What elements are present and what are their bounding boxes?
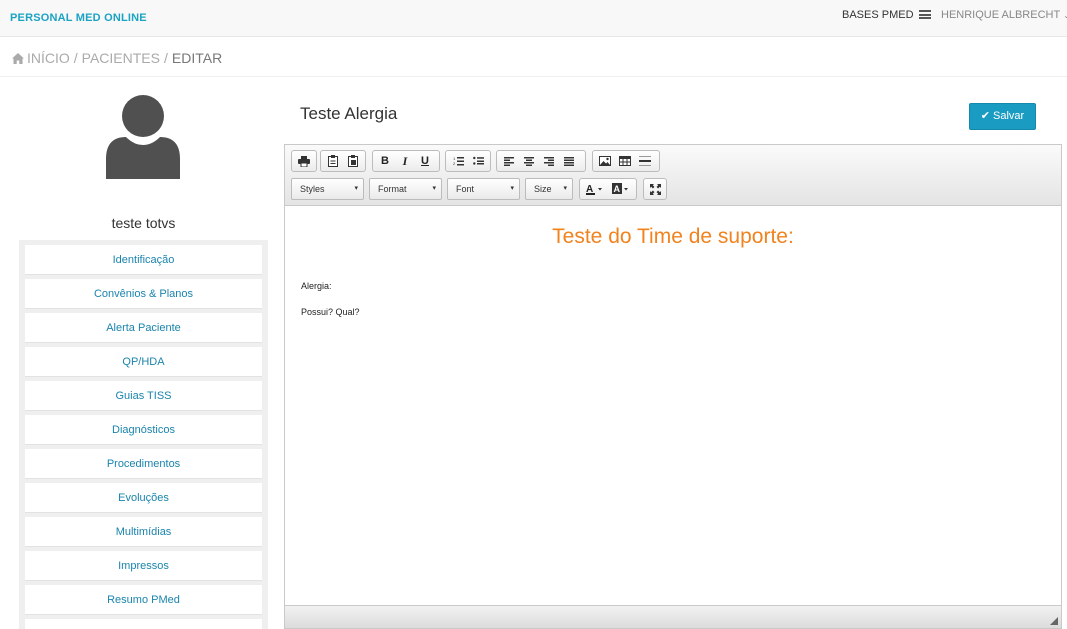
breadcrumb-separator: / (73, 50, 78, 66)
format-dropdown[interactable]: Format ▾ (369, 178, 442, 200)
editor-content[interactable]: Teste do Time de suporte: Alergia: Possu… (285, 207, 1061, 605)
breadcrumb: INÍCIO / PACIENTES / EDITAR (0, 37, 1067, 77)
content-paragraph: Alergia: (301, 281, 332, 291)
horizontal-rule-icon[interactable] (635, 152, 655, 170)
user-menu[interactable]: HENRIQUE ALBRECHT ⌄ (941, 9, 1067, 21)
table-icon[interactable] (615, 152, 635, 170)
home-icon[interactable] (12, 53, 24, 64)
brand-logo[interactable]: PERSONAL MED ONLINE (10, 12, 147, 24)
svg-text:2: 2 (453, 161, 456, 166)
database-icon[interactable] (919, 10, 931, 19)
sidebar-item-alerta-paciente[interactable]: Alerta Paciente (25, 313, 262, 343)
avatar-icon (106, 95, 180, 179)
dropdown-arrow-icon: ▾ (563, 185, 567, 192)
bullet-list-icon[interactable] (468, 152, 488, 170)
align-right-icon[interactable] (539, 152, 559, 170)
sidebar-item-qp-hda[interactable]: QP/HDA (25, 347, 262, 377)
patient-menu: Identificação Convênios & Planos Alerta … (19, 240, 268, 629)
paste-text-icon[interactable] (343, 152, 363, 170)
content-heading: Teste do Time de suporte: (552, 225, 794, 248)
resize-handle-icon[interactable] (1050, 617, 1058, 625)
print-icon[interactable] (294, 152, 314, 170)
align-center-icon[interactable] (519, 152, 539, 170)
user-name: HENRIQUE ALBRECHT (941, 9, 1061, 21)
sidebar-item-procedimentos[interactable]: Procedimentos (25, 449, 262, 479)
font-dropdown-label: Font (456, 184, 475, 194)
breadcrumb-current: EDITAR (171, 50, 223, 66)
chevron-down-icon: ⌄ (1063, 11, 1067, 20)
top-navbar: PERSONAL MED ONLINE BASES PMED HENRIQUE … (0, 0, 1067, 37)
sidebar-item-guias-tiss[interactable]: Guias TISS (25, 381, 262, 411)
breadcrumb-separator: / (163, 50, 168, 66)
maximize-icon[interactable] (646, 180, 664, 198)
breadcrumb-inicio[interactable]: INÍCIO (27, 50, 70, 66)
save-button-label: Salvar (993, 110, 1025, 122)
check-icon: ✔ (980, 110, 991, 122)
sidebar-item-evolucoes[interactable]: Evoluções (25, 483, 262, 513)
rich-text-editor: B I U 12 Styles ▾ Format ▾ Font ▾ Size ▾… (284, 144, 1062, 629)
size-dropdown-label: Size (534, 184, 552, 194)
save-button[interactable]: ✔ Salvar (969, 103, 1036, 130)
italic-button[interactable]: I (395, 152, 415, 170)
sidebar-item-convenios-planos[interactable]: Convênios & Planos (25, 279, 262, 309)
patient-name: teste totvs (111, 215, 176, 231)
sidebar-item-partial[interactable] (25, 619, 262, 629)
dropdown-arrow-icon: ▾ (510, 185, 514, 192)
sidebar-item-impressos[interactable]: Impressos (25, 551, 262, 581)
align-left-icon[interactable] (499, 152, 519, 170)
dropdown-arrow-icon: ▾ (354, 185, 358, 192)
image-icon[interactable] (595, 152, 615, 170)
bold-button[interactable]: B (375, 152, 395, 170)
background-color-icon[interactable]: A (608, 180, 634, 198)
content-paragraph: Possui? Qual? (301, 307, 360, 317)
text-color-icon[interactable]: A (582, 180, 608, 198)
editor-toolbar: B I U 12 Styles ▾ Format ▾ Font ▾ Size ▾… (285, 145, 1061, 206)
sidebar-item-identificacao[interactable]: Identificação (25, 245, 262, 275)
editor-statusbar (285, 605, 1061, 628)
styles-dropdown-label: Styles (300, 184, 325, 194)
paste-icon[interactable] (323, 152, 343, 170)
svg-text:A: A (614, 184, 621, 194)
font-dropdown[interactable]: Font ▾ (447, 178, 520, 200)
underline-button[interactable]: U (415, 152, 435, 170)
dropdown-arrow-icon: ▾ (432, 185, 436, 192)
sidebar-item-diagnosticos[interactable]: Diagnósticos (25, 415, 262, 445)
document-title: Teste Alergia (300, 104, 398, 123)
numbered-list-icon[interactable]: 12 (448, 152, 468, 170)
sidebar-item-multimidias[interactable]: Multimídias (25, 517, 262, 547)
format-dropdown-label: Format (378, 184, 407, 194)
breadcrumb-pacientes[interactable]: PACIENTES (82, 50, 160, 66)
sidebar-item-resumo-pmed[interactable]: Resumo PMed (25, 585, 262, 615)
bases-selector[interactable]: BASES PMED (842, 9, 914, 21)
align-justify-icon[interactable] (559, 152, 579, 170)
size-dropdown[interactable]: Size ▾ (525, 178, 573, 200)
styles-dropdown[interactable]: Styles ▾ (291, 178, 364, 200)
